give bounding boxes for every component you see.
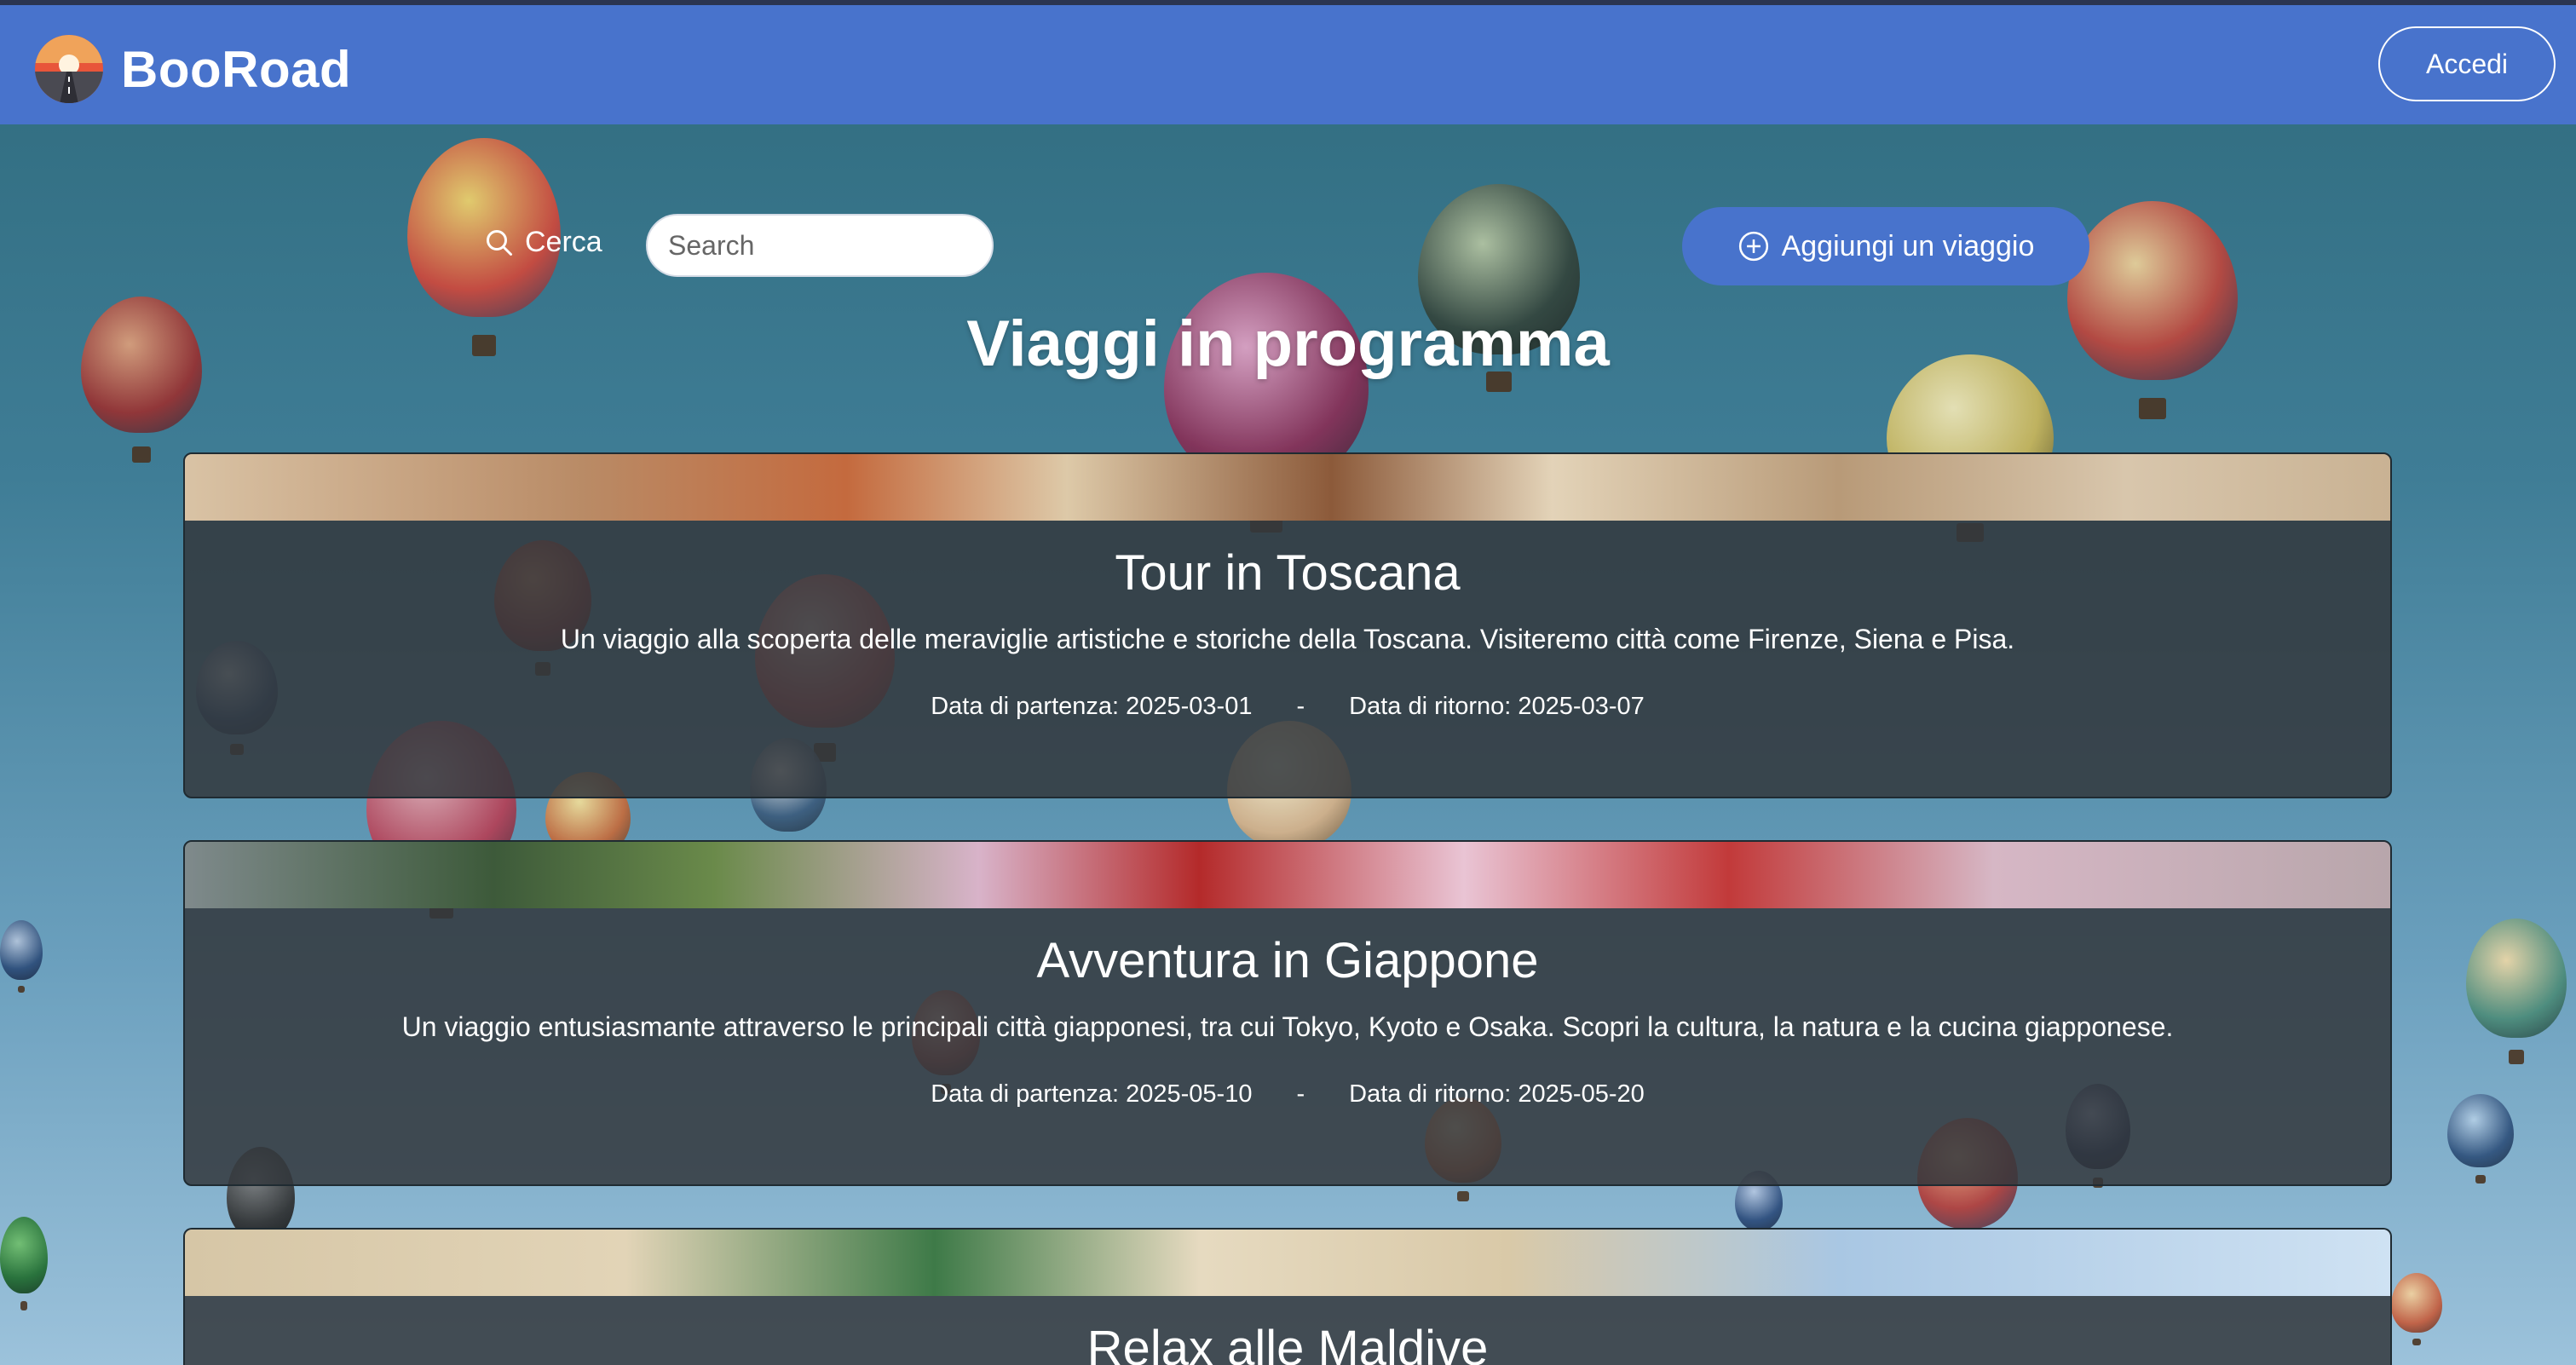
- trip-title: Avventura in Giappone: [1036, 933, 1539, 988]
- search-label-text: Cerca: [525, 226, 602, 258]
- plus-circle-icon: [1738, 231, 1768, 262]
- navbar: BooRoad Accedi: [0, 5, 2576, 124]
- trip-card-body: Tour in Toscana Un viaggio alla scoperta…: [185, 544, 2390, 721]
- trip-title: Tour in Toscana: [1115, 545, 1461, 601]
- trip-departure-date: Data di partenza: 2025-03-01: [931, 693, 1253, 720]
- trip-title: Relax alle Maldive: [1086, 1321, 1489, 1365]
- search-icon: [487, 229, 512, 256]
- add-trip-button[interactable]: Aggiungi un viaggio: [1682, 207, 2089, 285]
- brand[interactable]: BooRoad: [34, 34, 351, 104]
- trip-return-date: Data di ritorno: 2025-05-20: [1349, 1080, 1645, 1108]
- login-button[interactable]: Accedi: [2378, 26, 2556, 101]
- road-sunset-logo-icon: [35, 35, 103, 103]
- trip-card-giappone[interactable]: Avventura in Giappone Un viaggio entusia…: [183, 840, 2392, 1186]
- search-input[interactable]: [646, 214, 994, 277]
- toolbar: Cerca Aggiungi un viaggio: [0, 207, 2576, 285]
- trip-description: Un viaggio alla scoperta delle meravigli…: [560, 624, 2015, 654]
- trip-card-maldive[interactable]: Relax alle Maldive: [183, 1228, 2392, 1365]
- date-separator: -: [1296, 693, 1305, 720]
- brand-name: BooRoad: [121, 40, 352, 98]
- trip-banner-image: [185, 842, 2390, 908]
- trip-banner-image: [185, 454, 2390, 521]
- add-trip-label: Aggiungi un viaggio: [1781, 229, 2035, 262]
- trip-return-date: Data di ritorno: 2025-03-07: [1349, 693, 1645, 720]
- trip-description: Un viaggio entusiasmante attraverso le p…: [401, 1011, 2174, 1042]
- date-separator: -: [1296, 1080, 1305, 1108]
- search-label: Cerca: [484, 226, 602, 259]
- trip-dates: Data di partenza: 2025-03-01 - Data di r…: [185, 693, 2390, 721]
- trip-card-body: Relax alle Maldive: [185, 1320, 2390, 1365]
- trip-dates: Data di partenza: 2025-05-10 - Data di r…: [185, 1080, 2390, 1109]
- trip-banner-image: [185, 1230, 2390, 1296]
- page-title: Viaggi in programma: [966, 308, 1610, 380]
- trip-departure-date: Data di partenza: 2025-05-10: [931, 1080, 1253, 1108]
- trip-card-toscana[interactable]: Tour in Toscana Un viaggio alla scoperta…: [183, 452, 2392, 798]
- trip-card-body: Avventura in Giappone Un viaggio entusia…: [185, 932, 2390, 1109]
